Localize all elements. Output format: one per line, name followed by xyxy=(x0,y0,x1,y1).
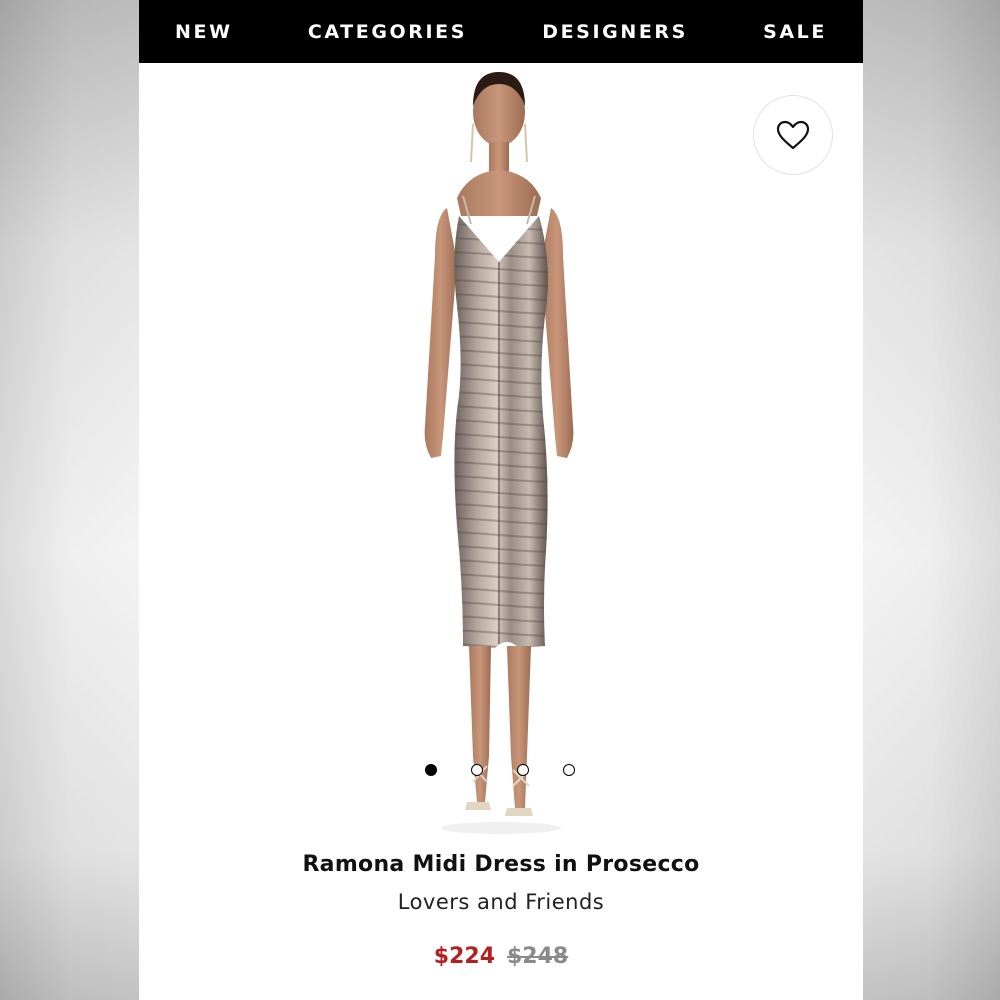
heart-outline-icon xyxy=(776,120,810,150)
nav-item-designers[interactable]: DESIGNERS xyxy=(542,21,688,43)
product-brand[interactable]: Lovers and Friends xyxy=(139,890,863,914)
pagination-dot[interactable] xyxy=(563,764,575,776)
product-title: Ramona Midi Dress in Prosecco xyxy=(302,852,700,877)
price-row: $224 $248 xyxy=(139,944,863,969)
nav-item-categories[interactable]: CATEGORIES xyxy=(308,21,467,43)
image-pagination xyxy=(425,762,575,778)
product-page: NEW CATEGORIES DESIGNERS SALE Ramona Mid… xyxy=(139,0,863,1000)
top-nav: NEW CATEGORIES DESIGNERS SALE xyxy=(139,0,863,63)
right-backdrop xyxy=(861,0,1000,1000)
product-image[interactable] xyxy=(339,66,659,846)
favorite-button[interactable] xyxy=(753,95,833,175)
pagination-dot[interactable] xyxy=(517,764,529,776)
original-price: $248 xyxy=(507,944,569,969)
sale-price: $224 xyxy=(433,944,495,969)
left-backdrop xyxy=(0,0,139,1000)
nav-item-sale[interactable]: SALE xyxy=(763,21,827,43)
pagination-dot[interactable] xyxy=(471,764,483,776)
pagination-dot[interactable] xyxy=(425,764,437,776)
nav-item-new[interactable]: NEW xyxy=(175,21,233,43)
